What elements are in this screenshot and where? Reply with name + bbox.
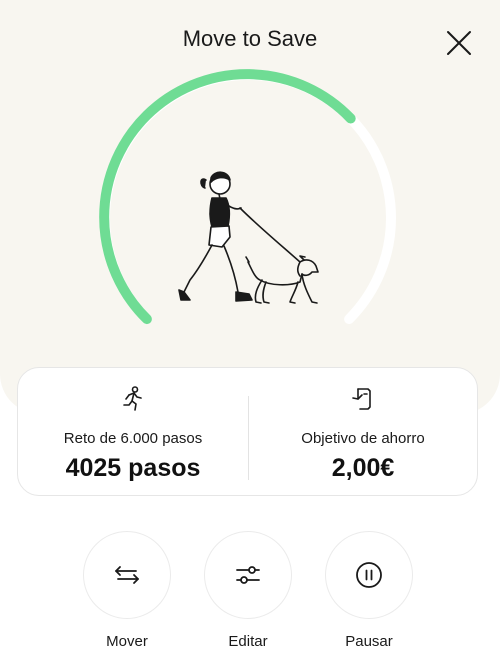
edit-action: Editar <box>203 531 293 650</box>
steps-challenge: Reto de 6.000 pasos 4025 pasos <box>18 368 248 497</box>
step-progress-ring <box>99 69 396 325</box>
move-button[interactable] <box>83 531 171 619</box>
progress-fill <box>99 69 356 325</box>
savings-goal: Objetivo de ahorro 2,00€ <box>248 368 478 497</box>
pause-action: Pausar <box>324 531 414 650</box>
pause-icon <box>356 562 382 588</box>
sliders-icon <box>236 566 260 584</box>
savings-amount: 2,00€ <box>331 454 395 482</box>
edit-label: Editar <box>228 633 268 650</box>
pause-button[interactable] <box>325 531 413 619</box>
pause-label: Pausar <box>345 633 393 650</box>
steps-count: 4025 pasos <box>65 454 201 482</box>
swap-arrows-icon <box>115 566 139 584</box>
steps-challenge-label: Reto de 6.000 pasos <box>63 430 203 447</box>
woman-walking-dog-illustration <box>178 171 319 304</box>
savings-goal-label: Objetivo de ahorro <box>301 430 425 447</box>
move-label: Mover <box>106 633 148 650</box>
stats-card: Reto de 6.000 pasos 4025 pasos Objetivo … <box>17 367 478 496</box>
running-person-icon <box>123 386 142 411</box>
savings-goal-icon <box>352 388 371 410</box>
edit-button[interactable] <box>204 531 292 619</box>
move-action: Mover <box>82 531 172 650</box>
